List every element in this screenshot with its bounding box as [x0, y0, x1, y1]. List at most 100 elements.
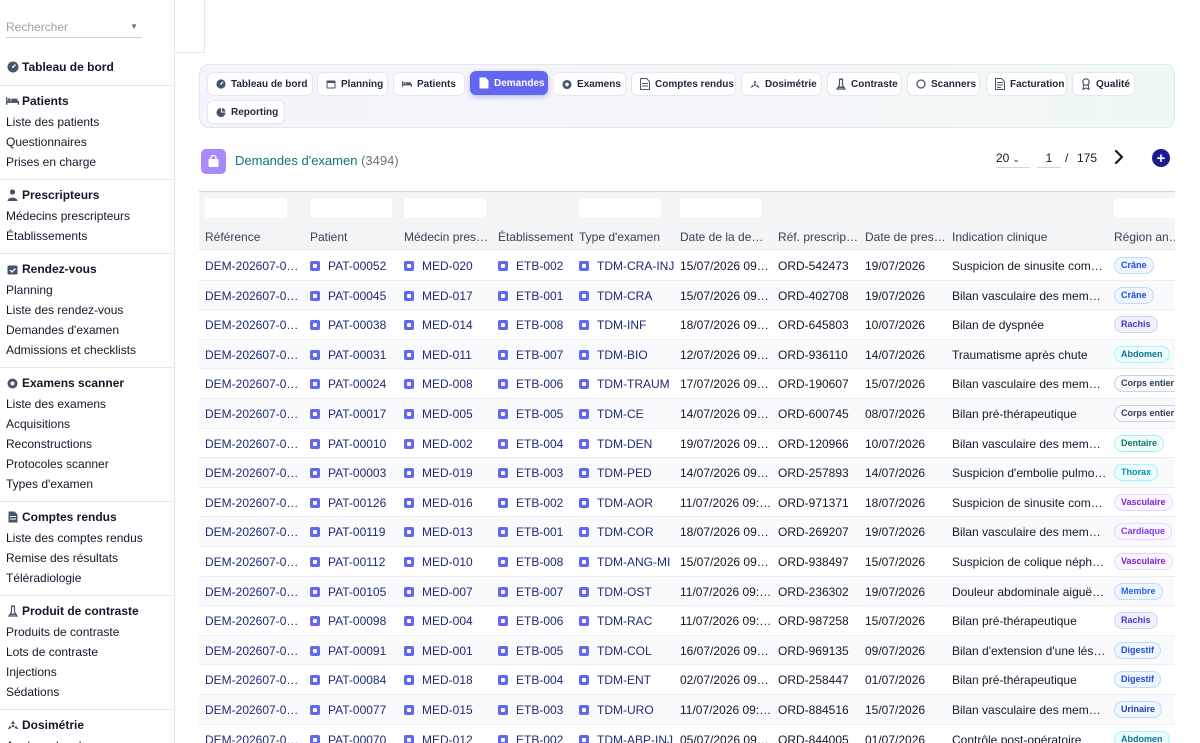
sidebar-group-header[interactable]: Prescripteurs — [0, 184, 174, 206]
reference-link[interactable]: DEM-202607-0186 — [205, 496, 299, 510]
relation-link[interactable]: PAT-00017 — [310, 407, 400, 421]
relation-link[interactable]: MED-018 — [404, 673, 494, 687]
reference-link[interactable]: DEM-202607-0190 — [205, 377, 299, 391]
reference-link[interactable]: DEM-202607-0178 — [205, 733, 299, 743]
tab-patients[interactable]: Patients — [393, 72, 465, 96]
relation-link[interactable]: MED-015 — [404, 703, 494, 717]
relation-link[interactable]: MED-020 — [404, 259, 494, 273]
sidebar-group-header[interactable]: Rendez-vous — [0, 258, 174, 280]
column-header[interactable]: Type d'examen — [579, 230, 674, 244]
tab-qualit-[interactable]: Qualité — [1072, 72, 1135, 96]
relation-link[interactable]: PAT-00098 — [310, 614, 400, 628]
relation-link[interactable]: ETB-002 — [498, 496, 574, 510]
relation-link[interactable]: TDM-COL — [579, 644, 674, 658]
sidebar-item[interactable]: Prises en charge — [0, 152, 174, 172]
sidebar-item[interactable]: Liste des patients — [0, 112, 174, 132]
reference-link[interactable]: DEM-202607-0191 — [205, 348, 299, 362]
relation-link[interactable]: MED-013 — [404, 525, 494, 539]
relation-link[interactable]: ETB-003 — [498, 703, 574, 717]
table-row[interactable]: DEM-202607-0191 PAT-00031 MED-011 ETB-007 TD… — [199, 339, 1175, 370]
sidebar-item[interactable]: Lots de contraste — [0, 642, 174, 662]
relation-link[interactable]: PAT-00003 — [310, 466, 400, 480]
relation-link[interactable]: PAT-00010 — [310, 437, 400, 451]
relation-link[interactable]: ETB-002 — [498, 259, 574, 273]
reference-link[interactable]: DEM-202607-0182 — [205, 614, 299, 628]
relation-link[interactable]: ETB-005 — [498, 644, 574, 658]
relation-link[interactable]: MED-008 — [404, 377, 494, 391]
sidebar-item[interactable]: Types d'examen — [0, 474, 174, 494]
relation-link[interactable]: TDM-URO — [579, 703, 674, 717]
relation-link[interactable]: MED-010 — [404, 555, 494, 569]
page-number-input[interactable]: 1 — [1037, 148, 1061, 168]
relation-link[interactable]: PAT-00084 — [310, 673, 400, 687]
sidebar-group-header[interactable]: Produit de contraste — [0, 600, 174, 622]
column-filter-input[interactable] — [579, 198, 661, 218]
table-row[interactable]: DEM-202607-0181 PAT-00091 MED-001 ETB-005 TD… — [199, 635, 1175, 666]
table-row[interactable]: DEM-202607-0183 PAT-00105 MED-007 ETB-007 TD… — [199, 576, 1175, 607]
relation-link[interactable]: PAT-00119 — [310, 525, 400, 539]
table-row[interactable]: DEM-202607-0178 PAT-00070 MED-012 ETB-002 TD… — [199, 725, 1175, 743]
sidebar-item[interactable]: Analyse des doses — [0, 736, 174, 743]
relation-link[interactable]: MED-001 — [404, 644, 494, 658]
relation-link[interactable]: ETB-001 — [498, 525, 574, 539]
relation-link[interactable]: TDM-DEN — [579, 437, 674, 451]
relation-link[interactable]: ETB-007 — [498, 348, 574, 362]
table-row[interactable]: DEM-202607-0185 PAT-00119 MED-013 ETB-001 TD… — [199, 517, 1175, 547]
reference-link[interactable]: DEM-202607-0193 — [205, 289, 299, 303]
reference-link[interactable]: DEM-202607-0192 — [205, 318, 299, 332]
relation-link[interactable]: ETB-004 — [498, 437, 574, 451]
tab-dosim-trie[interactable]: Dosimétrie — [741, 72, 822, 96]
sidebar-item[interactable]: Produits de contraste — [0, 622, 174, 642]
relation-link[interactable]: PAT-00105 — [310, 585, 400, 599]
relation-link[interactable]: MED-011 — [404, 348, 494, 362]
table-row[interactable]: DEM-202607-0187 PAT-00003 MED-019 ETB-003 TD… — [199, 458, 1175, 488]
relation-link[interactable]: PAT-00091 — [310, 644, 400, 658]
table-row[interactable]: DEM-202607-0193 PAT-00045 MED-017 ETB-001 TD… — [199, 280, 1175, 311]
relation-link[interactable]: PAT-00045 — [310, 289, 400, 303]
table-row[interactable]: DEM-202607-0192 PAT-00038 MED-014 ETB-008 TD… — [199, 310, 1175, 340]
chevron-down-icon[interactable]: ▼ — [130, 22, 138, 31]
sidebar-item[interactable]: Protocoles scanner — [0, 454, 174, 474]
column-filter-input[interactable] — [205, 198, 287, 218]
relation-link[interactable]: TDM-ANG-MI — [579, 555, 674, 569]
reference-link[interactable]: DEM-202607-0188 — [205, 437, 299, 451]
column-header[interactable]: Référence — [205, 230, 299, 244]
relation-link[interactable]: ETB-006 — [498, 377, 574, 391]
relation-link[interactable]: TDM-COR — [579, 525, 674, 539]
tab-contraste[interactable]: Contraste — [827, 72, 902, 96]
column-header[interactable]: Indication clinique — [952, 230, 1107, 244]
relation-link[interactable]: TDM-CRA-INJ — [579, 259, 674, 273]
relation-link[interactable]: MED-014 — [404, 318, 494, 332]
relation-link[interactable]: ETB-002 — [498, 733, 574, 743]
column-filter-input[interactable] — [404, 198, 486, 218]
relation-link[interactable]: TDM-ABP-INJ — [579, 733, 674, 743]
relation-link[interactable]: ETB-003 — [498, 466, 574, 480]
reference-link[interactable]: DEM-202607-0184 — [205, 555, 299, 569]
column-filter-input[interactable] — [1114, 198, 1175, 218]
relation-link[interactable]: PAT-00038 — [310, 318, 400, 332]
relation-link[interactable]: PAT-00052 — [310, 259, 400, 273]
reference-link[interactable]: DEM-202607-0183 — [205, 585, 299, 599]
sidebar-item[interactable]: Liste des rendez-vous — [0, 300, 174, 320]
sidebar-item[interactable]: Médecins prescripteurs — [0, 206, 174, 226]
relation-link[interactable]: MED-012 — [404, 733, 494, 743]
relation-link[interactable]: TDM-TRAUM — [579, 377, 674, 391]
table-row[interactable]: DEM-202607-0179 PAT-00077 MED-015 ETB-003 TD… — [199, 695, 1175, 725]
reference-link[interactable]: DEM-202607-0194 — [205, 259, 299, 273]
relation-link[interactable]: TDM-CRA — [579, 289, 674, 303]
relation-link[interactable]: PAT-00112 — [310, 555, 400, 569]
per-page-select[interactable]: 20 ⌄ — [996, 148, 1030, 168]
column-filter-input[interactable] — [310, 198, 392, 218]
tab-examens[interactable]: Examens — [553, 72, 626, 96]
reference-link[interactable]: DEM-202607-0185 — [205, 525, 299, 539]
relation-link[interactable]: ETB-005 — [498, 407, 574, 421]
tab-comptes-rendus[interactable]: Comptes rendus — [631, 72, 736, 96]
relation-link[interactable]: TDM-RAC — [579, 614, 674, 628]
relation-link[interactable]: PAT-00126 — [310, 496, 400, 510]
relation-link[interactable]: TDM-INF — [579, 318, 674, 332]
column-filter-input[interactable] — [680, 198, 762, 218]
sidebar-group-header[interactable]: Comptes rendus — [0, 506, 174, 528]
column-header[interactable]: Date de prescription — [865, 230, 947, 244]
table-row[interactable]: DEM-202607-0182 PAT-00098 MED-004 ETB-006 TD… — [199, 606, 1175, 636]
reference-link[interactable]: DEM-202607-0187 — [205, 466, 299, 480]
